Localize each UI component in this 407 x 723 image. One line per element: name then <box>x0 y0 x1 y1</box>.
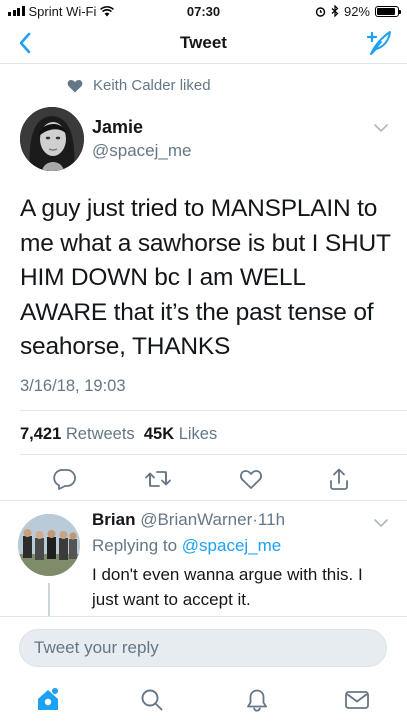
like-label: Likes <box>178 425 218 443</box>
replying-to-label: Replying to <box>92 536 178 555</box>
reply-menu-button[interactable] <box>373 516 389 528</box>
heart-icon <box>240 470 262 489</box>
reply-age: 11h <box>257 510 286 529</box>
reply-author-name[interactable]: Brian <box>92 510 135 529</box>
reply-text: I don't even wanna argue with this. I ju… <box>92 565 363 609</box>
share-button[interactable] <box>325 466 353 492</box>
back-button[interactable] <box>10 28 40 58</box>
compose-button[interactable] <box>363 27 395 59</box>
status-bar: Sprint Wi-Fi 07:30 92% <box>0 0 407 22</box>
replying-to: Replying to @spacej_me <box>92 536 281 556</box>
tab-bar <box>0 678 407 723</box>
chevron-left-icon <box>19 32 31 54</box>
retweet-count: 7,421 <box>20 425 62 443</box>
reply-button[interactable] <box>51 466 79 492</box>
avatar-group-photo <box>18 514 80 576</box>
retweet-label: Retweets <box>65 425 135 443</box>
page-title: Tweet <box>180 32 227 52</box>
social-context: Keith Calder liked <box>67 77 211 94</box>
divider <box>20 410 407 411</box>
social-context-label: Keith Calder liked <box>93 77 211 94</box>
battery-icon <box>375 5 401 17</box>
reply-composer <box>0 616 407 678</box>
like-button[interactable] <box>237 466 265 492</box>
status-left: Sprint Wi-Fi <box>8 3 115 19</box>
chevron-down-icon <box>374 124 388 132</box>
retweet-button[interactable] <box>144 466 172 492</box>
search-icon <box>141 689 163 711</box>
author-avatar[interactable] <box>20 107 84 171</box>
compose-feather-icon <box>366 31 391 55</box>
author-name[interactable]: Jamie <box>92 117 143 138</box>
section-divider <box>0 500 407 508</box>
bell-icon <box>247 689 267 712</box>
signal-icon <box>8 6 25 16</box>
like-count: 45K <box>143 425 175 443</box>
tab-home[interactable] <box>30 682 66 718</box>
reply-header: Brian @BrianWarner·11h <box>92 510 285 530</box>
reply-bubble-icon <box>53 469 76 490</box>
status-right: 92% <box>315 3 401 19</box>
battery-percent: 92% <box>343 3 370 19</box>
avatar-portrait <box>20 107 84 171</box>
bluetooth-icon <box>331 5 339 17</box>
tab-search[interactable] <box>134 682 170 718</box>
tweet-text: A guy just tried to MANSPLAIN to me what… <box>20 195 391 360</box>
new-content-dot <box>52 688 58 694</box>
reply-author-avatar[interactable] <box>18 514 80 576</box>
tweet-timestamp: 3/16/18, 19:03 <box>20 377 126 395</box>
replying-to-mention[interactable]: @spacej_me <box>182 536 281 555</box>
retweet-icon <box>145 471 171 487</box>
retweets-stat[interactable]: 7,421 Retweets <box>20 425 135 444</box>
chevron-down-icon <box>374 519 388 527</box>
battery-level <box>377 7 396 15</box>
alarm-icon <box>315 6 326 17</box>
likes-stat[interactable]: 45K Likes <box>144 425 217 444</box>
envelope-icon <box>345 691 369 709</box>
author-handle[interactable]: @spacej_me <box>92 141 191 161</box>
reply-author-handle[interactable]: @BrianWarner <box>140 510 252 529</box>
wifi-icon <box>100 5 115 16</box>
heart-filled-icon <box>67 79 83 92</box>
divider <box>20 454 407 455</box>
nav-bar: Tweet <box>0 22 407 64</box>
tab-messages[interactable] <box>339 682 375 718</box>
carrier-label: Sprint Wi-Fi <box>28 3 97 19</box>
tweet-menu-button[interactable] <box>373 121 389 133</box>
tweet-stats: 7,421 Retweets 45K Likes <box>20 425 217 444</box>
reply-input[interactable] <box>19 629 387 667</box>
tab-notifications[interactable] <box>239 682 275 718</box>
share-icon <box>330 468 348 490</box>
tweet-actions <box>0 466 407 492</box>
